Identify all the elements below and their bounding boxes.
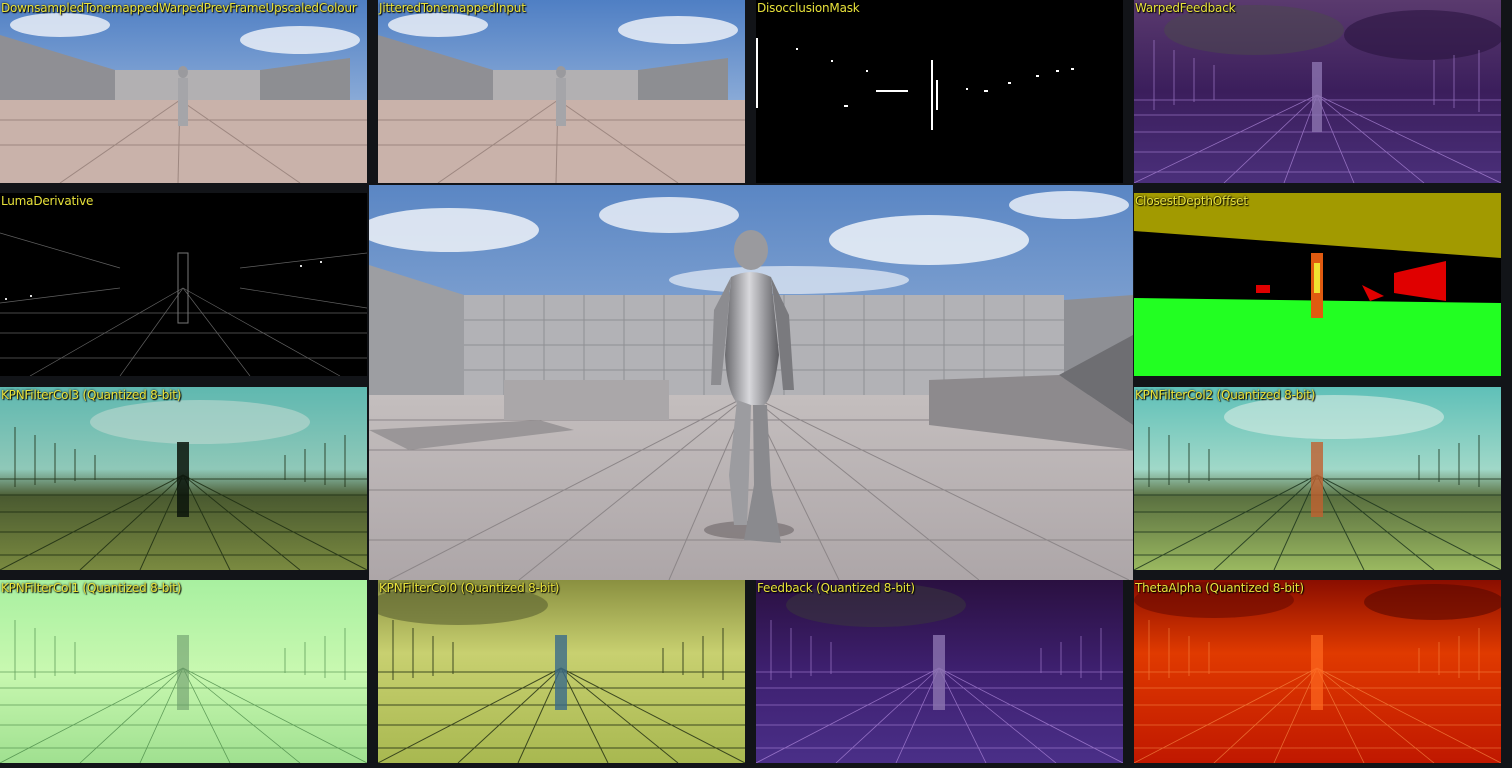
panel-kpn-filter-col3[interactable]: KPNFilterCol3 (Quantized 8-bit) (0, 387, 367, 570)
teal-grid-thumbnail (0, 387, 367, 570)
panel-luma-derivative[interactable]: LumaDerivative (0, 193, 367, 376)
panel-kpn-filter-col0[interactable]: KPNFilterCol0 (Quantized 8-bit) (378, 580, 745, 763)
purple-grid-thumbnail (1134, 0, 1501, 183)
luma-thumbnail (0, 193, 367, 376)
lime-grid-thumbnail (0, 580, 367, 763)
panel-label: ThetaAlpha (Quantized 8-bit) (1135, 581, 1304, 595)
panel-label: KPNFilterCol0 (Quantized 8-bit) (379, 581, 560, 595)
panel-label: ClosestDepthOffset (1135, 194, 1248, 208)
panel-disocclusion-mask[interactable]: DisocclusionMask (756, 0, 1123, 183)
scene-thumbnail (0, 0, 367, 183)
olive-grid-thumbnail (378, 580, 745, 763)
panel-label: KPNFilterCol1 (Quantized 8-bit) (1, 581, 182, 595)
panel-label: LumaDerivative (1, 194, 94, 208)
panel-label: JitteredTonemappedInput (379, 1, 526, 15)
panel-kpn-filter-col1[interactable]: KPNFilterCol1 (Quantized 8-bit) (0, 580, 367, 763)
panel-label: KPNFilterCol2 (Quantized 8-bit) (1135, 388, 1316, 402)
mask-thumbnail (756, 0, 1123, 183)
panel-feedback[interactable]: Feedback (Quantized 8-bit) (756, 580, 1123, 763)
panel-closest-depth-offset[interactable]: ClosestDepthOffset (1134, 193, 1501, 376)
teal-grid-thumbnail (1134, 387, 1501, 570)
depth-thumbnail (1134, 193, 1501, 376)
panel-label: Feedback (Quantized 8-bit) (757, 581, 915, 595)
panel-warped-feedback[interactable]: WarpedFeedback (1134, 0, 1501, 183)
panel-label: KPNFilterCol3 (Quantized 8-bit) (1, 388, 182, 402)
red-grid-thumbnail (1134, 580, 1501, 763)
panel-label: DownsampledTonemappedWarpedPrevFrameUpsc… (1, 1, 357, 15)
panel-label: DisocclusionMask (757, 1, 860, 15)
panel-kpn-filter-col2[interactable]: KPNFilterCol2 (Quantized 8-bit) (1134, 387, 1501, 570)
panel-label: WarpedFeedback (1135, 1, 1236, 15)
main-scene-render (369, 185, 1133, 580)
main-viewport[interactable] (369, 185, 1133, 580)
panel-jittered-input[interactable]: JitteredTonemappedInput (378, 0, 745, 183)
panel-downsampled-prev-frame[interactable]: DownsampledTonemappedWarpedPrevFrameUpsc… (0, 0, 367, 183)
scene-thumbnail (378, 0, 745, 183)
purple-grid-thumbnail (756, 580, 1123, 763)
panel-theta-alpha[interactable]: ThetaAlpha (Quantized 8-bit) (1134, 580, 1501, 763)
